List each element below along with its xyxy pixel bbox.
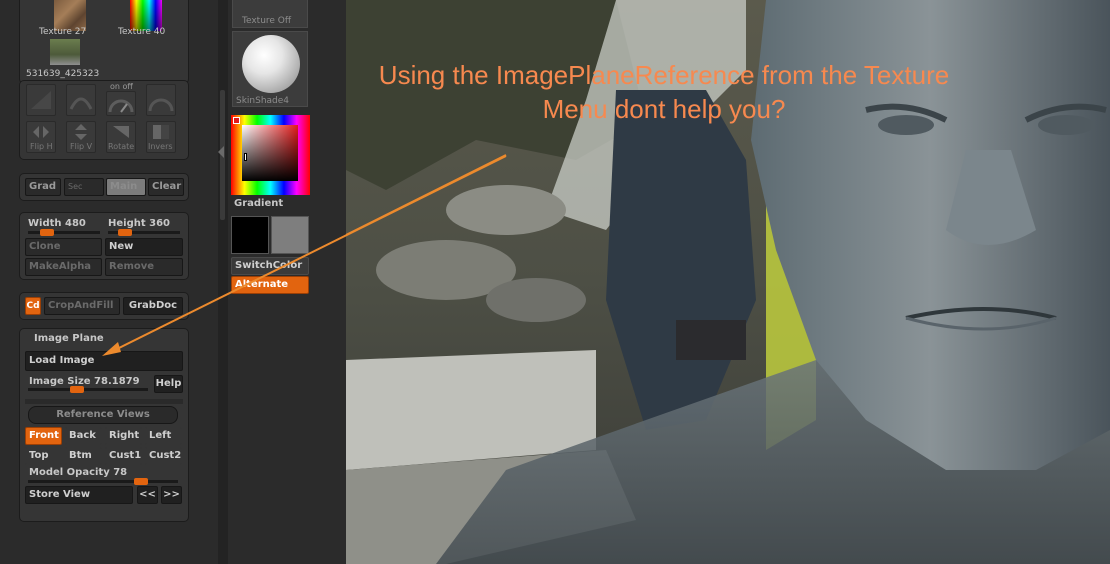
new-button[interactable]: New bbox=[105, 238, 183, 256]
material-sphere-icon bbox=[242, 35, 300, 93]
rotate-icon bbox=[113, 126, 129, 138]
texture-palette: Texture 27 Texture 40 531639_425323 on o… bbox=[0, 0, 218, 564]
clone-button[interactable]: Clone bbox=[25, 238, 102, 256]
reference-views-button[interactable]: Reference Views bbox=[28, 406, 178, 424]
model-opacity-slider[interactable] bbox=[28, 478, 178, 485]
width-slider-knob[interactable] bbox=[40, 229, 54, 236]
rotate-button[interactable]: Rotate bbox=[106, 121, 136, 153]
color-picker[interactable] bbox=[231, 115, 310, 195]
texture-off-label: Texture Off bbox=[242, 16, 292, 26]
palette-divider[interactable] bbox=[218, 0, 228, 564]
crop-and-fill-button[interactable]: CropAndFill bbox=[44, 297, 120, 315]
remove-button[interactable]: Remove bbox=[105, 258, 183, 276]
grab-doc-button[interactable]: GrabDoc bbox=[123, 297, 183, 315]
image-size-slider[interactable] bbox=[28, 386, 148, 393]
annotation-text: Using the ImagePlaneReference from the T… bbox=[378, 60, 950, 124]
image-plane-group: Image Plane Load Image Image Size 78.187… bbox=[19, 328, 189, 522]
texture-thumbnails-group: Texture 27 Texture 40 531639_425323 bbox=[19, 0, 189, 84]
model-opacity-value: 78 bbox=[113, 467, 128, 478]
secondary-color-swatch[interactable] bbox=[271, 216, 309, 254]
height-slider-knob[interactable] bbox=[118, 229, 132, 236]
make-alpha-button[interactable]: MakeAlpha bbox=[25, 258, 102, 276]
view-top-button[interactable]: Top bbox=[25, 447, 62, 465]
texture-adjust-icon[interactable] bbox=[26, 84, 56, 116]
color-picker-square[interactable] bbox=[242, 125, 298, 181]
color-picker-handle[interactable] bbox=[233, 117, 240, 124]
grab-group: Cd CropAndFill GrabDoc bbox=[19, 292, 189, 320]
sharpen-dial-icon[interactable] bbox=[146, 84, 176, 116]
main-color-button[interactable]: Main bbox=[106, 178, 146, 196]
flip-h-button[interactable]: Flip H bbox=[26, 121, 56, 153]
photo-thumbnail[interactable] bbox=[50, 39, 80, 65]
flip-v-label: Flip V bbox=[70, 142, 93, 151]
model-opacity-label-text: Model Opacity bbox=[29, 467, 110, 478]
view-back-button[interactable]: Back bbox=[65, 427, 102, 445]
height-label: Height 360 bbox=[108, 218, 170, 229]
image-plane-scrollbar[interactable] bbox=[25, 399, 183, 404]
image-size-value: 78.1879 bbox=[94, 376, 140, 387]
width-label-text: Width bbox=[28, 218, 62, 229]
next-view-button[interactable]: >> bbox=[161, 486, 182, 504]
image-size-slider-knob[interactable] bbox=[70, 386, 84, 393]
load-image-button[interactable]: Load Image bbox=[25, 351, 183, 371]
texture-adjust-group: on off Flip H Flip V Rotate Invers bbox=[19, 80, 189, 160]
view-bottom-button[interactable]: Btm bbox=[65, 447, 102, 465]
grad-group: Grad Sec Main Clear bbox=[19, 173, 189, 201]
texture-27-label: Texture 27 bbox=[39, 27, 87, 37]
height-slider[interactable] bbox=[108, 229, 180, 236]
camera-bag bbox=[676, 320, 746, 360]
photo-thumbnail-label: 531639_425323 bbox=[26, 69, 100, 79]
texture-off-slot[interactable]: Texture Off bbox=[232, 0, 308, 28]
view-front-button[interactable]: Front bbox=[25, 427, 62, 445]
gradient-label: Gradient bbox=[234, 198, 284, 209]
rock bbox=[486, 278, 586, 322]
alternate-button[interactable]: Alternate bbox=[231, 276, 309, 294]
flip-h-icon bbox=[33, 126, 49, 138]
switch-color-button[interactable]: SwitchColor bbox=[231, 257, 309, 275]
cd-toggle[interactable]: Cd bbox=[25, 297, 41, 315]
clear-button[interactable]: Clear bbox=[148, 178, 184, 196]
help-button[interactable]: Help bbox=[154, 375, 183, 393]
model-opacity-label: Model Opacity 78 bbox=[29, 467, 127, 478]
image-size-label: Image Size 78.1879 bbox=[29, 376, 140, 387]
flip-v-button[interactable]: Flip V bbox=[66, 121, 96, 153]
view-left-button[interactable]: Left bbox=[145, 427, 182, 445]
left-tray-column: Texture Off SkinShade4 Gradient SwitchCo… bbox=[228, 0, 346, 564]
model-opacity-slider-knob[interactable] bbox=[134, 478, 148, 485]
height-value: 360 bbox=[149, 218, 170, 229]
prev-view-button[interactable]: << bbox=[137, 486, 158, 504]
view-right-button[interactable]: Right bbox=[105, 427, 142, 445]
view-cust1-button[interactable]: Cust1 bbox=[105, 447, 142, 465]
grad-button[interactable]: Grad bbox=[25, 178, 61, 196]
view-cust2-button[interactable]: Cust2 bbox=[145, 447, 182, 465]
invers-button[interactable]: Invers bbox=[146, 121, 176, 153]
material-slot[interactable]: SkinShade4 bbox=[232, 31, 308, 107]
rotate-label: Rotate bbox=[108, 142, 135, 151]
width-slider[interactable] bbox=[28, 229, 100, 236]
image-plane-title: Image Plane bbox=[34, 333, 104, 344]
rock bbox=[446, 185, 566, 235]
color-picker-cursor[interactable] bbox=[244, 153, 247, 161]
invers-icon bbox=[153, 125, 169, 139]
material-label: SkinShade4 bbox=[236, 96, 290, 106]
texture-40-label: Texture 40 bbox=[118, 27, 166, 37]
flip-v-icon bbox=[75, 124, 87, 140]
height-label-text: Height bbox=[108, 218, 146, 229]
flip-h-label: Flip H bbox=[30, 142, 53, 151]
collapse-arrow-icon[interactable] bbox=[218, 146, 224, 158]
width-label: Width 480 bbox=[28, 218, 86, 229]
invers-label: Invers bbox=[148, 142, 173, 151]
eye-right bbox=[1038, 115, 1094, 135]
on-off-label: on off bbox=[110, 82, 133, 91]
width-value: 480 bbox=[65, 218, 86, 229]
main-color-swatch[interactable] bbox=[231, 216, 269, 254]
sec-color-button[interactable]: Sec bbox=[64, 178, 104, 196]
store-view-button[interactable]: Store View bbox=[25, 486, 133, 504]
on-off-dial-icon[interactable] bbox=[106, 91, 136, 116]
antialias-icon[interactable] bbox=[66, 84, 96, 116]
size-group: Width 480 Height 360 Clone New MakeAlpha… bbox=[19, 212, 189, 280]
